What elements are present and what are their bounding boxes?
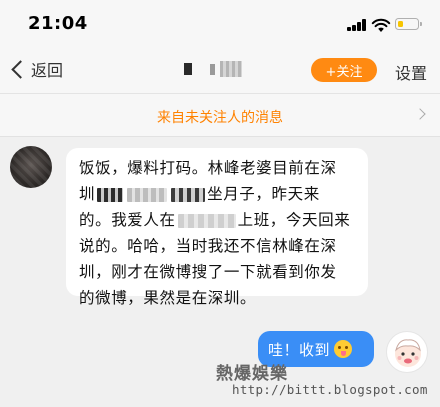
incoming-line-6: 的微博，果然是在深圳。 [79, 289, 257, 307]
back-button[interactable]: 返回 [8, 56, 63, 82]
watermark-title: 熱爆娛樂 [216, 364, 288, 384]
back-chevron-icon [11, 59, 30, 79]
settings-button[interactable]: 设置 [395, 60, 427, 84]
my-avatar[interactable] [386, 331, 428, 373]
incoming-line-5: 圳，刚才在微博搜了一下就看到你发 [79, 263, 337, 281]
redacted-location [127, 187, 168, 202]
back-label: 返回 [31, 61, 64, 80]
incoming-line-1: 饭饭，爆料打码。林峰老婆目前在深 [79, 159, 337, 177]
incoming-line-2: 圳坐月子，昨天来 [79, 185, 320, 203]
follow-button[interactable]: +关注 [311, 58, 377, 82]
incoming-message-bubble[interactable]: 饭饭，爆料打码。林峰老婆目前在深 圳坐月子，昨天来 的。我爱人在 上班，今天回来 … [66, 148, 368, 307]
watermark-url: http://bittt.blogspot.com [232, 382, 428, 397]
battery-fill [397, 20, 403, 27]
tongue-emoji-icon [334, 340, 353, 358]
redacted-location [171, 187, 206, 202]
status-bar: 21:04 [0, 0, 440, 44]
cartoon-avatar-icon [395, 339, 421, 367]
sender-avatar[interactable] [10, 146, 52, 188]
redacted-location [97, 187, 124, 202]
wifi-icon [371, 18, 391, 32]
outgoing-message-text: 哇！收到 [268, 340, 331, 359]
signal-icon [347, 19, 367, 31]
nav-bar: 返回 +关注 设置 [0, 44, 440, 94]
redacted-workplace [177, 213, 236, 228]
incoming-line-4: 说的。哈哈，当时我还不信林峰在深 [79, 237, 337, 255]
status-time: 21:04 [28, 13, 88, 34]
stranger-message-notice[interactable]: 来自未关注人的消息 [0, 94, 440, 137]
battery-icon [395, 18, 422, 30]
incoming-line-3: 的。我爱人在 上班，今天回来 [79, 211, 351, 229]
notice-text: 来自未关注人的消息 [157, 110, 283, 126]
